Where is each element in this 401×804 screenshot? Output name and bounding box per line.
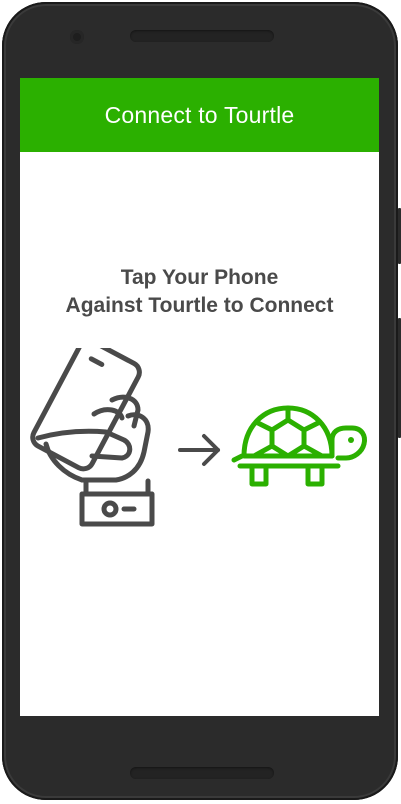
hand-holding-phone-icon	[30, 348, 155, 527]
instruction-line-2: Against Tourtle to Connect	[65, 294, 334, 317]
page-title: Connect to Tourtle	[104, 101, 295, 128]
front-camera-icon	[70, 30, 84, 44]
arrow-right-icon	[178, 434, 220, 466]
bottom-speaker-grille	[130, 767, 274, 779]
tap-to-connect-illustration	[30, 348, 367, 527]
top-speaker-grille	[130, 30, 274, 42]
device-mockup: Connect to Tourtle Tap Your Phone Agains…	[0, 0, 401, 804]
instruction-text: Tap Your Phone Against Tourtle to Connec…	[20, 264, 379, 320]
instruction-line-1: Tap Your Phone	[120, 266, 279, 289]
app-screen: Connect to Tourtle Tap Your Phone Agains…	[20, 78, 379, 716]
turtle-eye	[348, 437, 354, 443]
turtle-icon	[231, 405, 367, 487]
app-bar: Connect to Tourtle	[20, 78, 379, 152]
